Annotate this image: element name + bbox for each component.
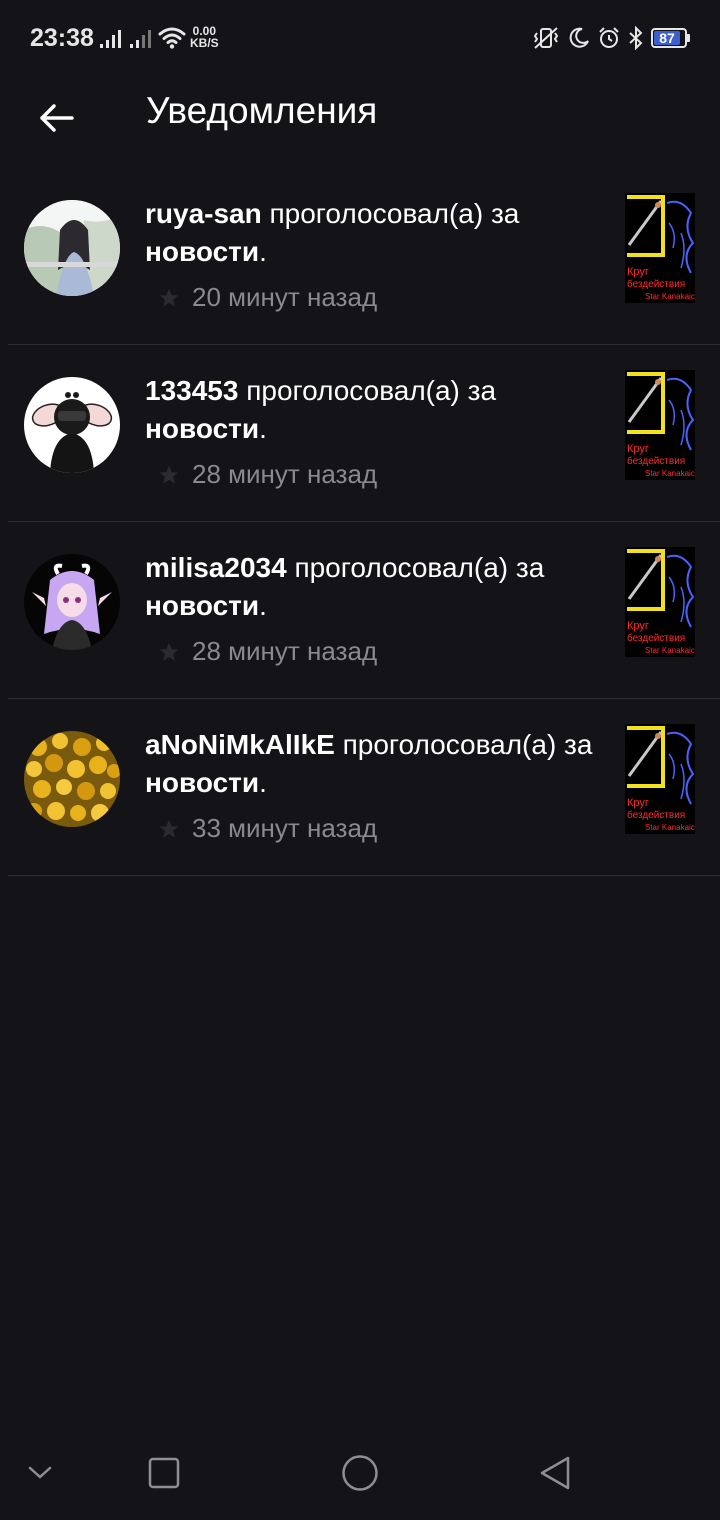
avatar[interactable] — [24, 377, 120, 473]
notification-username[interactable]: aNoNiMkAlIkE — [145, 729, 335, 760]
vibrate-icon — [533, 27, 559, 49]
nav-home-button[interactable] — [335, 1448, 385, 1498]
moon-icon — [569, 27, 589, 48]
avatar[interactable] — [24, 731, 120, 827]
notification-tail: . — [259, 413, 267, 444]
notification-tail: . — [259, 590, 267, 621]
arrow-left-icon — [40, 104, 74, 132]
thumbnail-caption: Круг — [627, 797, 649, 809]
thumbnail-caption: бездействия — [627, 809, 685, 821]
notification-text: aNoNiMkAlIkE проголосовал(а) за новости. — [145, 726, 607, 802]
notification-meta: 20 минут назад — [158, 282, 377, 313]
notification-username[interactable]: milisa2034 — [145, 552, 287, 583]
post-thumbnail[interactable]: Круг бездействия Star Kanakaic — [625, 547, 695, 657]
notification-time: 20 минут назад — [192, 282, 378, 312]
notification-action: проголосовал(а) за — [286, 552, 545, 583]
nav-back-button[interactable] — [530, 1448, 580, 1498]
thumbnail-caption: Star Kanakaic — [645, 646, 695, 655]
notification-target[interactable]: новости — [145, 767, 259, 798]
avatar[interactable] — [24, 200, 120, 296]
triangle-back-icon — [540, 1456, 570, 1490]
back-button[interactable] — [24, 86, 88, 150]
post-thumbnail[interactable]: Круг бездействия Star Kanakaic — [625, 370, 695, 480]
wifi-icon — [158, 27, 186, 49]
signal-icon — [130, 30, 151, 48]
net-speed: 0.00 KB/S — [190, 25, 219, 49]
thumbnail-caption: Круг — [627, 443, 649, 455]
battery-icon: 87 — [651, 28, 690, 48]
circle-icon — [342, 1455, 378, 1491]
battery-level: 87 — [654, 30, 681, 46]
thumbnail-caption: Star Kanakaic — [645, 823, 695, 832]
star-icon — [159, 642, 179, 661]
thumbnail-caption: Star Kanakaic — [645, 469, 695, 478]
notification-time: 33 минут назад — [192, 813, 378, 843]
star-icon — [159, 465, 179, 484]
nav-hide-button[interactable] — [15, 1448, 65, 1498]
notifications-screen: 23:38 0.00 KB/S 87 Уведомления ruya-san … — [0, 0, 720, 1520]
app-bar: Уведомления — [0, 76, 720, 162]
notification-target[interactable]: новости — [145, 413, 259, 444]
star-icon — [159, 288, 179, 307]
post-thumbnail[interactable]: Круг бездействия Star Kanakaic — [625, 193, 695, 303]
notification-time: 28 минут назад — [192, 636, 378, 666]
notification-meta: 33 минут назад — [158, 813, 377, 844]
notification-target[interactable]: новости — [145, 236, 259, 267]
notification-item[interactable]: 133453 проголосовал(а) за новости. 28 ми… — [8, 345, 720, 522]
bluetooth-icon — [629, 26, 643, 50]
signal-icon — [100, 30, 121, 48]
notification-tail: . — [259, 767, 267, 798]
thumbnail-caption: бездействия — [627, 632, 685, 644]
notification-text: milisa2034 проголосовал(а) за новости. — [145, 549, 607, 625]
status-time: 23:38 — [30, 24, 94, 52]
net-speed-unit: KB/S — [190, 36, 219, 50]
star-icon — [159, 819, 179, 838]
status-icons: 87 — [531, 25, 690, 51]
notification-meta: 28 минут назад — [158, 459, 377, 490]
post-thumbnail[interactable]: Круг бездействия Star Kanakaic — [625, 724, 695, 834]
notification-tail: . — [259, 236, 267, 267]
square-icon — [148, 1457, 180, 1489]
notification-text: ruya-san проголосовал(а) за новости. — [145, 195, 607, 271]
notification-list: ruya-san проголосовал(а) за новости. 20 … — [8, 168, 720, 876]
notification-time: 28 минут назад — [192, 459, 378, 489]
notification-item[interactable]: aNoNiMkAlIkE проголосовал(а) за новости.… — [8, 699, 720, 876]
status-bar: 23:38 0.00 KB/S 87 — [0, 0, 720, 76]
page-title: Уведомления — [146, 90, 378, 131]
thumbnail-caption: Круг — [627, 266, 649, 278]
notification-item[interactable]: ruya-san проголосовал(а) за новости. 20 … — [8, 168, 720, 345]
notification-text: 133453 проголосовал(а) за новости. — [145, 372, 607, 448]
notification-meta: 28 минут назад — [158, 636, 377, 667]
thumbnail-caption: бездействия — [627, 278, 685, 290]
thumbnail-caption: Star Kanakaic — [645, 292, 695, 301]
notification-action: проголосовал(а) за — [334, 729, 593, 760]
thumbnail-caption: бездействия — [627, 455, 685, 467]
system-nav-bar — [0, 1430, 720, 1520]
notification-target[interactable]: новости — [145, 590, 259, 621]
notification-item[interactable]: milisa2034 проголосовал(а) за новости. 2… — [8, 522, 720, 699]
alarm-icon — [599, 27, 619, 48]
notification-action: проголосовал(а) за — [261, 198, 520, 229]
notification-username[interactable]: ruya-san — [145, 198, 262, 229]
avatar[interactable] — [24, 554, 120, 650]
notification-username[interactable]: 133453 — [145, 375, 238, 406]
thumbnail-caption: Круг — [627, 620, 649, 632]
notification-action: проголосовал(а) за — [238, 375, 497, 406]
chevron-down-icon — [28, 1466, 52, 1479]
nav-recents-button[interactable] — [139, 1448, 189, 1498]
